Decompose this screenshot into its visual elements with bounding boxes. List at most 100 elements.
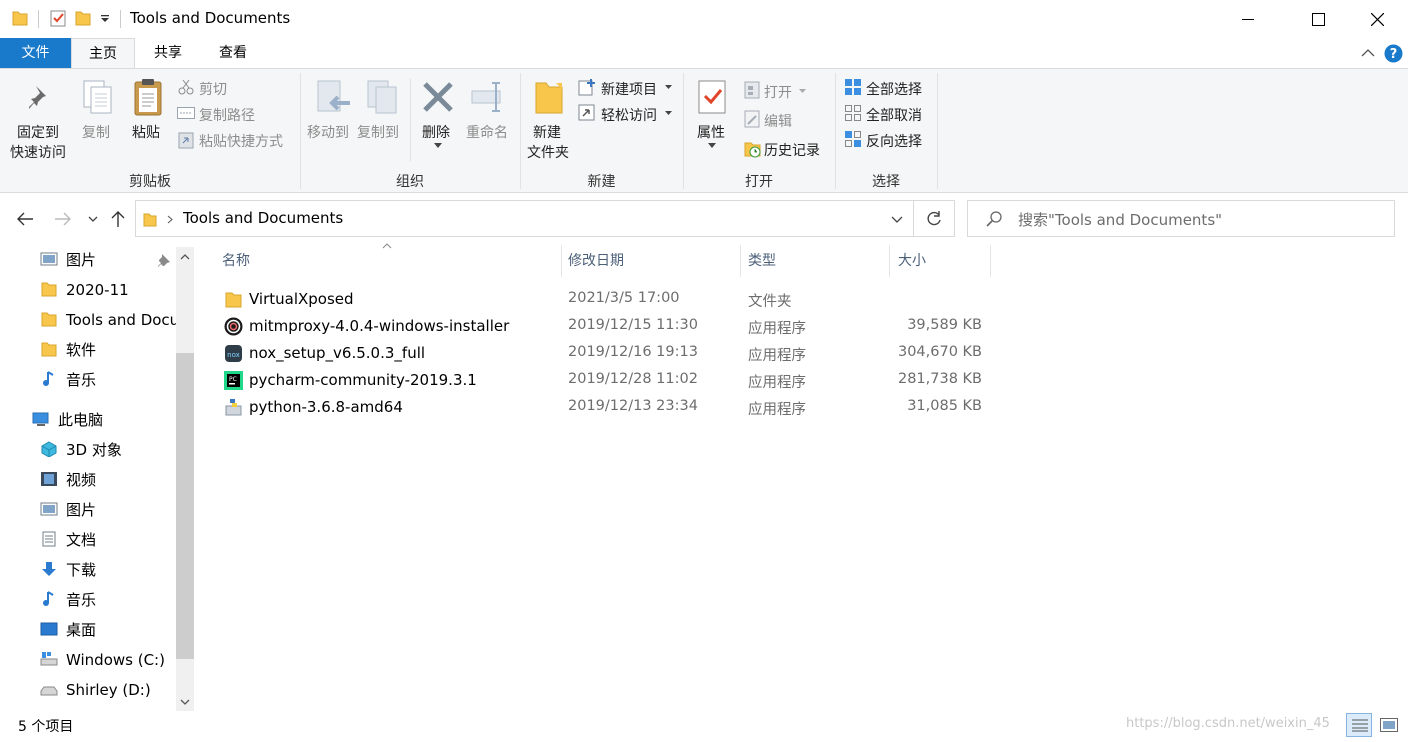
scroll-up-icon[interactable] bbox=[180, 253, 190, 260]
nav-item-label: 2020-11 bbox=[66, 281, 129, 299]
invert-selection-button[interactable]: 反向选择 bbox=[866, 131, 922, 151]
cut-button[interactable]: 剪切 bbox=[199, 79, 227, 99]
file-row-mitmproxy[interactable]: mitmproxy-4.0.4-windows-installer 2019/1… bbox=[218, 313, 998, 340]
column-header-modified[interactable]: 修改日期 bbox=[568, 250, 624, 276]
pin-icon[interactable] bbox=[157, 253, 171, 267]
refresh-button[interactable] bbox=[914, 200, 955, 237]
nav-item-documents[interactable]: 文档 bbox=[40, 526, 96, 554]
nav-item-this-pc[interactable]: 此电脑 bbox=[32, 406, 103, 434]
large-icons-view-button[interactable] bbox=[1376, 713, 1402, 737]
nav-item-music[interactable]: 音乐 bbox=[40, 366, 96, 394]
column-header-size[interactable]: 大小 bbox=[898, 250, 926, 276]
tab-view[interactable]: 查看 bbox=[205, 38, 261, 68]
customize-quick-access-icon[interactable] bbox=[100, 12, 110, 24]
paste-button[interactable]: 粘贴 bbox=[132, 122, 160, 142]
pin-quick-access-label-1[interactable]: 固定到 bbox=[17, 122, 59, 142]
recent-locations-chevron-icon[interactable] bbox=[88, 216, 98, 223]
file-size: 39,589 KB bbox=[907, 317, 982, 333]
tab-file[interactable]: 文件 bbox=[0, 38, 71, 68]
svg-text:nox: nox bbox=[227, 351, 240, 359]
breadcrumb-current[interactable]: Tools and Documents bbox=[183, 209, 343, 227]
back-arrow-icon[interactable] bbox=[16, 212, 34, 226]
details-view-button[interactable] bbox=[1346, 713, 1372, 737]
breadcrumb-chevron-icon[interactable] bbox=[167, 215, 173, 224]
nav-item-software[interactable]: 软件 bbox=[40, 336, 96, 364]
file-type: 应用程序 bbox=[748, 375, 806, 391]
file-type: 应用程序 bbox=[748, 321, 806, 337]
column-header-name[interactable]: 名称 bbox=[222, 250, 250, 276]
nav-item-2020-11[interactable]: 2020-11 bbox=[40, 276, 129, 304]
paste-shortcut-button[interactable]: 粘贴快捷方式 bbox=[199, 131, 283, 151]
column-divider[interactable] bbox=[990, 245, 991, 277]
column-divider[interactable] bbox=[889, 245, 890, 277]
nav-item-pictures-pc[interactable]: 图片 bbox=[40, 496, 96, 524]
column-divider[interactable] bbox=[740, 245, 741, 277]
move-to-button[interactable]: 移动到 bbox=[307, 122, 349, 142]
chevron-down-icon[interactable] bbox=[665, 85, 672, 90]
collapse-ribbon-icon[interactable] bbox=[1361, 48, 1375, 58]
help-icon[interactable]: ? bbox=[1384, 44, 1403, 63]
nav-item-tools-and-documents[interactable]: Tools and Docu bbox=[40, 306, 176, 334]
nav-item-pictures[interactable]: 图片 bbox=[40, 246, 96, 274]
nav-item-videos[interactable]: 视频 bbox=[40, 466, 96, 494]
file-row-pycharm[interactable]: PC pycharm-community-2019.3.1 2019/12/28… bbox=[218, 367, 998, 394]
copy-icon bbox=[83, 80, 112, 114]
file-row-nox-setup[interactable]: nox nox_setup_v6.5.0.3_full 2019/12/16 1… bbox=[218, 340, 998, 367]
chevron-down-icon[interactable] bbox=[799, 89, 806, 94]
open-button[interactable]: 打开 bbox=[764, 82, 792, 102]
new-folder-label-1[interactable]: 新建 bbox=[533, 122, 561, 142]
minimize-icon bbox=[1242, 19, 1254, 20]
minimize-button[interactable] bbox=[1225, 0, 1271, 38]
tab-share[interactable]: 共享 bbox=[140, 38, 196, 68]
svg-text:PC: PC bbox=[229, 376, 237, 383]
file-row-virtualxposed[interactable]: VirtualXposed 2021/3/5 17:00 文件夹 bbox=[218, 286, 998, 313]
new-folder-icon[interactable] bbox=[75, 9, 91, 27]
new-item-button[interactable]: 新建项目 bbox=[601, 79, 657, 99]
nav-item-music-pc[interactable]: 音乐 bbox=[40, 586, 96, 614]
select-all-button[interactable]: 全部选择 bbox=[866, 79, 922, 99]
chevron-down-icon[interactable] bbox=[434, 143, 442, 149]
file-row-python-installer[interactable]: python-3.6.8-amd64 2019/12/13 23:34 应用程序… bbox=[218, 394, 998, 421]
delete-icon bbox=[423, 82, 453, 112]
nav-item-label: 音乐 bbox=[66, 371, 97, 389]
chevron-down-icon[interactable] bbox=[665, 111, 672, 116]
nav-item-desktop[interactable]: 桌面 bbox=[40, 616, 96, 644]
file-name: nox_setup_v6.5.0.3_full bbox=[249, 344, 426, 362]
address-dropdown-icon[interactable] bbox=[891, 216, 903, 224]
address-bar[interactable]: Tools and Documents bbox=[135, 200, 914, 237]
column-header-type[interactable]: 类型 bbox=[748, 250, 776, 276]
new-folder-label-2[interactable]: 文件夹 bbox=[527, 142, 569, 162]
properties-button[interactable]: 属性 bbox=[697, 122, 725, 142]
column-divider[interactable] bbox=[561, 245, 562, 277]
invert-selection-icon bbox=[845, 131, 861, 147]
history-button[interactable]: 历史记录 bbox=[764, 140, 820, 160]
edit-button[interactable]: 编辑 bbox=[764, 111, 792, 131]
close-button[interactable] bbox=[1354, 0, 1400, 38]
forward-arrow-icon[interactable] bbox=[54, 212, 72, 226]
pin-quick-access-label-2[interactable]: 快速访问 bbox=[10, 142, 66, 162]
search-box[interactable]: 搜索"Tools and Documents" bbox=[967, 200, 1395, 237]
nav-item-drive-c[interactable]: Windows (C:) bbox=[40, 646, 165, 674]
copy-path-button[interactable]: 复制路径 bbox=[199, 105, 255, 125]
up-arrow-icon[interactable] bbox=[111, 210, 125, 228]
nav-item-drive-d[interactable]: Shirley (D:) bbox=[40, 676, 151, 704]
group-label-organize: 组织 bbox=[396, 174, 424, 190]
copy-button[interactable]: 复制 bbox=[82, 122, 110, 142]
maximize-button[interactable] bbox=[1295, 0, 1341, 38]
easy-access-button[interactable]: 轻松访问 bbox=[601, 105, 657, 125]
nav-item-label: 图片 bbox=[66, 251, 97, 269]
nav-item-3d-objects[interactable]: 3D 对象 bbox=[40, 436, 122, 464]
rename-button[interactable]: 重命名 bbox=[466, 122, 508, 142]
chevron-down-icon[interactable] bbox=[708, 143, 716, 149]
delete-button[interactable]: 删除 bbox=[422, 122, 450, 142]
scroll-down-icon[interactable] bbox=[180, 699, 190, 706]
tab-home[interactable]: 主页 bbox=[71, 38, 135, 69]
nav-item-downloads[interactable]: 下载 bbox=[40, 556, 96, 584]
nav-scrollbar[interactable] bbox=[176, 247, 194, 711]
cut-icon bbox=[178, 79, 194, 95]
select-none-button[interactable]: 全部取消 bbox=[866, 105, 922, 125]
search-placeholder[interactable]: 搜索"Tools and Documents" bbox=[1018, 209, 1222, 230]
properties-check-icon[interactable] bbox=[50, 9, 66, 27]
scroll-thumb[interactable] bbox=[176, 353, 194, 659]
copy-to-button[interactable]: 复制到 bbox=[357, 122, 399, 142]
